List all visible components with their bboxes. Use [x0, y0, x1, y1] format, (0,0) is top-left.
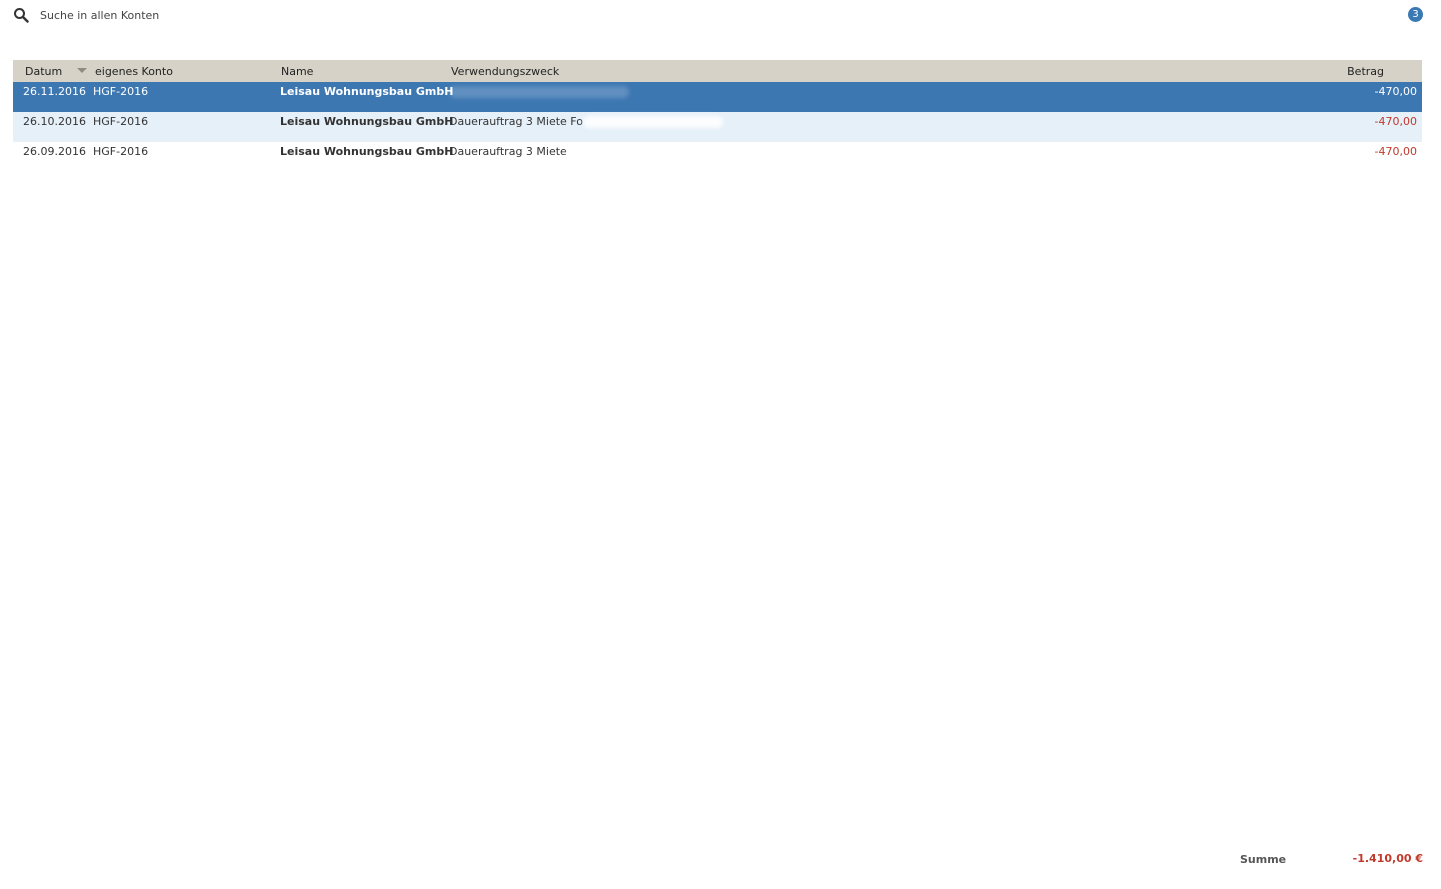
cell-datum: 26.10.2016 [23, 115, 86, 128]
column-header-datum[interactable]: Datum [25, 65, 62, 78]
cell-verwendungszweck [449, 85, 629, 98]
cell-datum: 26.09.2016 [23, 145, 86, 158]
cell-verwendungszweck: Dauerauftrag 3 Miete Fo [449, 115, 723, 128]
cell-name: Leisau Wohnungsbau GmbH [280, 115, 454, 128]
redacted-text [449, 86, 629, 98]
sum-value: -1.410,00 € [1352, 852, 1423, 865]
column-header-name[interactable]: Name [281, 65, 313, 78]
search-input[interactable] [40, 5, 640, 25]
cell-verwendungszweck: Dauerauftrag 3 Miete [449, 145, 717, 158]
sort-descending-icon[interactable] [77, 68, 87, 73]
column-header-eigenes-konto[interactable]: eigenes Konto [95, 65, 173, 78]
sum-label: Summe [1240, 853, 1287, 866]
redacted-text [582, 116, 723, 128]
cell-name: Leisau Wohnungsbau GmbH [280, 145, 454, 158]
search-bar: 3 [0, 0, 1441, 30]
cell-betrag: -470,00 [1374, 85, 1417, 98]
transactions-table: Datum eigenes Konto Name Verwendungszwec… [13, 60, 1422, 172]
cell-betrag: -470,00 [1374, 115, 1417, 128]
table-header: Datum eigenes Konto Name Verwendungszwec… [13, 60, 1422, 82]
result-count-badge: 3 [1408, 7, 1423, 22]
cell-betrag: -470,00 [1374, 145, 1417, 158]
cell-eigenes-konto: HGF-2016 [93, 145, 149, 158]
table-row[interactable]: 26.09.2016 HGF-2016 Leisau Wohnungsbau G… [13, 142, 1422, 172]
table-row[interactable]: 26.11.2016 HGF-2016 Leisau Wohnungsbau G… [13, 82, 1422, 112]
column-header-verwendungszweck[interactable]: Verwendungszweck [451, 65, 559, 78]
search-icon[interactable] [13, 7, 29, 23]
cell-name: Leisau Wohnungsbau GmbH [280, 85, 454, 98]
cell-eigenes-konto: HGF-2016 [93, 115, 149, 128]
table-row[interactable]: 26.10.2016 HGF-2016 Leisau Wohnungsbau G… [13, 112, 1422, 142]
cell-eigenes-konto: HGF-2016 [93, 85, 149, 98]
cell-datum: 26.11.2016 [23, 85, 86, 98]
redacted-text [566, 146, 717, 158]
column-header-betrag[interactable]: Betrag [1347, 65, 1384, 78]
